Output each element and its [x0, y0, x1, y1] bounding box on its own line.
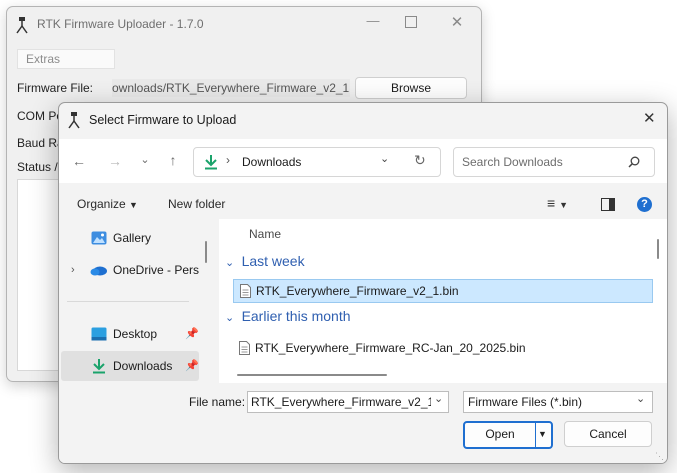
search-placeholder: Search Downloads: [462, 155, 563, 169]
address-bar[interactable]: › Downloads ⌄ ↻: [193, 147, 441, 177]
split-divider: [535, 423, 536, 447]
command-bar: [59, 189, 667, 219]
recent-locations-icon[interactable]: ⌄: [135, 153, 155, 166]
help-icon[interactable]: ?: [637, 197, 652, 212]
downloads-icon: [205, 155, 217, 170]
back-icon[interactable]: ←: [69, 153, 89, 169]
chevron-down-icon[interactable]: ⌄: [434, 392, 443, 405]
gallery-icon: [91, 231, 107, 245]
search-icon: [628, 156, 640, 168]
view-options-icon[interactable]: ≡ ▼: [547, 195, 568, 211]
nav-scrollbar-thumb[interactable]: [205, 241, 207, 263]
nav-item-label: OneDrive - Personal: [113, 263, 199, 277]
browse-button[interactable]: Browse: [355, 77, 467, 99]
group-header-last-week[interactable]: ⌄ Last week: [225, 253, 305, 269]
search-input[interactable]: Search Downloads: [453, 147, 655, 177]
file-row[interactable]: RTK_Everywhere_Firmware_RC-Jan_20_2025.b…: [233, 337, 651, 359]
nav-divider: [67, 301, 189, 302]
collapse-chevron-icon: ⌄: [225, 257, 235, 269]
pin-icon: 📌: [185, 328, 199, 340]
file-name: RTK_Everywhere_Firmware_v2_1.bin: [256, 284, 459, 298]
group-header-earlier-this-month[interactable]: ⌄ Earlier this month: [225, 308, 351, 324]
organize-label: Organize: [77, 197, 126, 211]
nav-item-downloads[interactable]: Downloads 📌: [61, 351, 199, 381]
new-folder-button[interactable]: New folder: [168, 197, 225, 211]
address-dropdown-icon[interactable]: ⌄: [380, 152, 389, 165]
file-icon: [239, 341, 250, 355]
refresh-icon[interactable]: ↻: [414, 152, 426, 169]
horizontal-scrollbar-thumb[interactable]: [237, 374, 387, 376]
vertical-scrollbar-thumb[interactable]: [657, 239, 659, 259]
file-name: RTK_Everywhere_Firmware_RC-Jan_20_2025.b…: [255, 341, 526, 355]
chevron-down-icon[interactable]: ⌄: [636, 392, 645, 405]
file-type-select[interactable]: Firmware Files (*.bin) ⌄: [463, 391, 653, 413]
group-label: Last week: [241, 253, 305, 269]
collapse-chevron-icon: ⌄: [225, 312, 235, 324]
downloads-icon: [93, 359, 105, 374]
baud-rate-label: Baud Ra: [17, 136, 64, 150]
file-row[interactable]: RTK_Everywhere_Firmware_v2_1.bin: [233, 279, 653, 303]
minimize-icon[interactable]: —: [363, 13, 383, 28]
tripod-icon: [16, 17, 28, 34]
expand-chevron-icon[interactable]: ›: [71, 255, 75, 285]
firmware-file-field[interactable]: ownloads/RTK_Everywhere_Firmware_v2_1.bi…: [112, 79, 350, 97]
resize-grip-icon[interactable]: ⋱: [655, 451, 664, 462]
navigation-pane: Gallery › OneDrive - Personal Desktop 📌 …: [59, 219, 217, 383]
breadcrumb-chevron-icon: ›: [226, 153, 230, 167]
forward-icon[interactable]: →: [105, 153, 125, 169]
file-name-label: File name:: [189, 395, 246, 409]
app-title: RTK Firmware Uploader - 1.7.0: [37, 17, 204, 31]
breadcrumb[interactable]: Downloads: [242, 155, 301, 169]
group-label: Earlier this month: [241, 308, 351, 324]
tripod-icon: [68, 112, 80, 129]
status-label: Status /: [17, 160, 58, 174]
file-name-input[interactable]: RTK_Everywhere_Firmware_v2_1.bin ⌄: [247, 391, 449, 413]
nav-item-label: Gallery: [113, 231, 152, 245]
up-icon[interactable]: ↑: [163, 152, 183, 168]
desktop-icon: [91, 327, 107, 341]
preview-pane-icon[interactable]: [601, 198, 615, 211]
close-icon[interactable]: ✕: [447, 13, 467, 31]
onedrive-icon: [90, 266, 107, 276]
column-header-name[interactable]: Name: [249, 227, 281, 241]
dialog-close-icon[interactable]: ✕: [643, 109, 656, 127]
firmware-file-label: Firmware File:: [17, 81, 94, 95]
file-list: Name ⌄ Last week RTK_Everywhere_Firmware…: [219, 219, 667, 383]
tab-extras[interactable]: Extras: [17, 49, 115, 69]
nav-item-gallery[interactable]: Gallery: [61, 223, 199, 253]
file-type-value: Firmware Files (*.bin): [468, 395, 583, 409]
cancel-button[interactable]: Cancel: [564, 421, 652, 447]
nav-item-onedrive[interactable]: › OneDrive - Personal: [61, 255, 199, 285]
chevron-down-icon[interactable]: ▼: [538, 429, 547, 439]
nav-item-desktop[interactable]: Desktop 📌: [61, 319, 199, 349]
file-icon: [240, 284, 251, 298]
file-dialog: Select Firmware to Upload ✕ ← → ⌄ ↑ › Do…: [58, 102, 668, 464]
dialog-title: Select Firmware to Upload: [89, 113, 237, 127]
open-button[interactable]: Open ▼: [463, 421, 553, 449]
maximize-icon[interactable]: [405, 16, 417, 28]
file-name-value: RTK_Everywhere_Firmware_v2_1.bin: [251, 395, 431, 409]
chevron-down-icon: ▼: [129, 200, 138, 210]
organize-button[interactable]: Organize ▼: [77, 197, 138, 211]
pin-icon: 📌: [185, 360, 199, 372]
open-label: Open: [485, 427, 515, 441]
